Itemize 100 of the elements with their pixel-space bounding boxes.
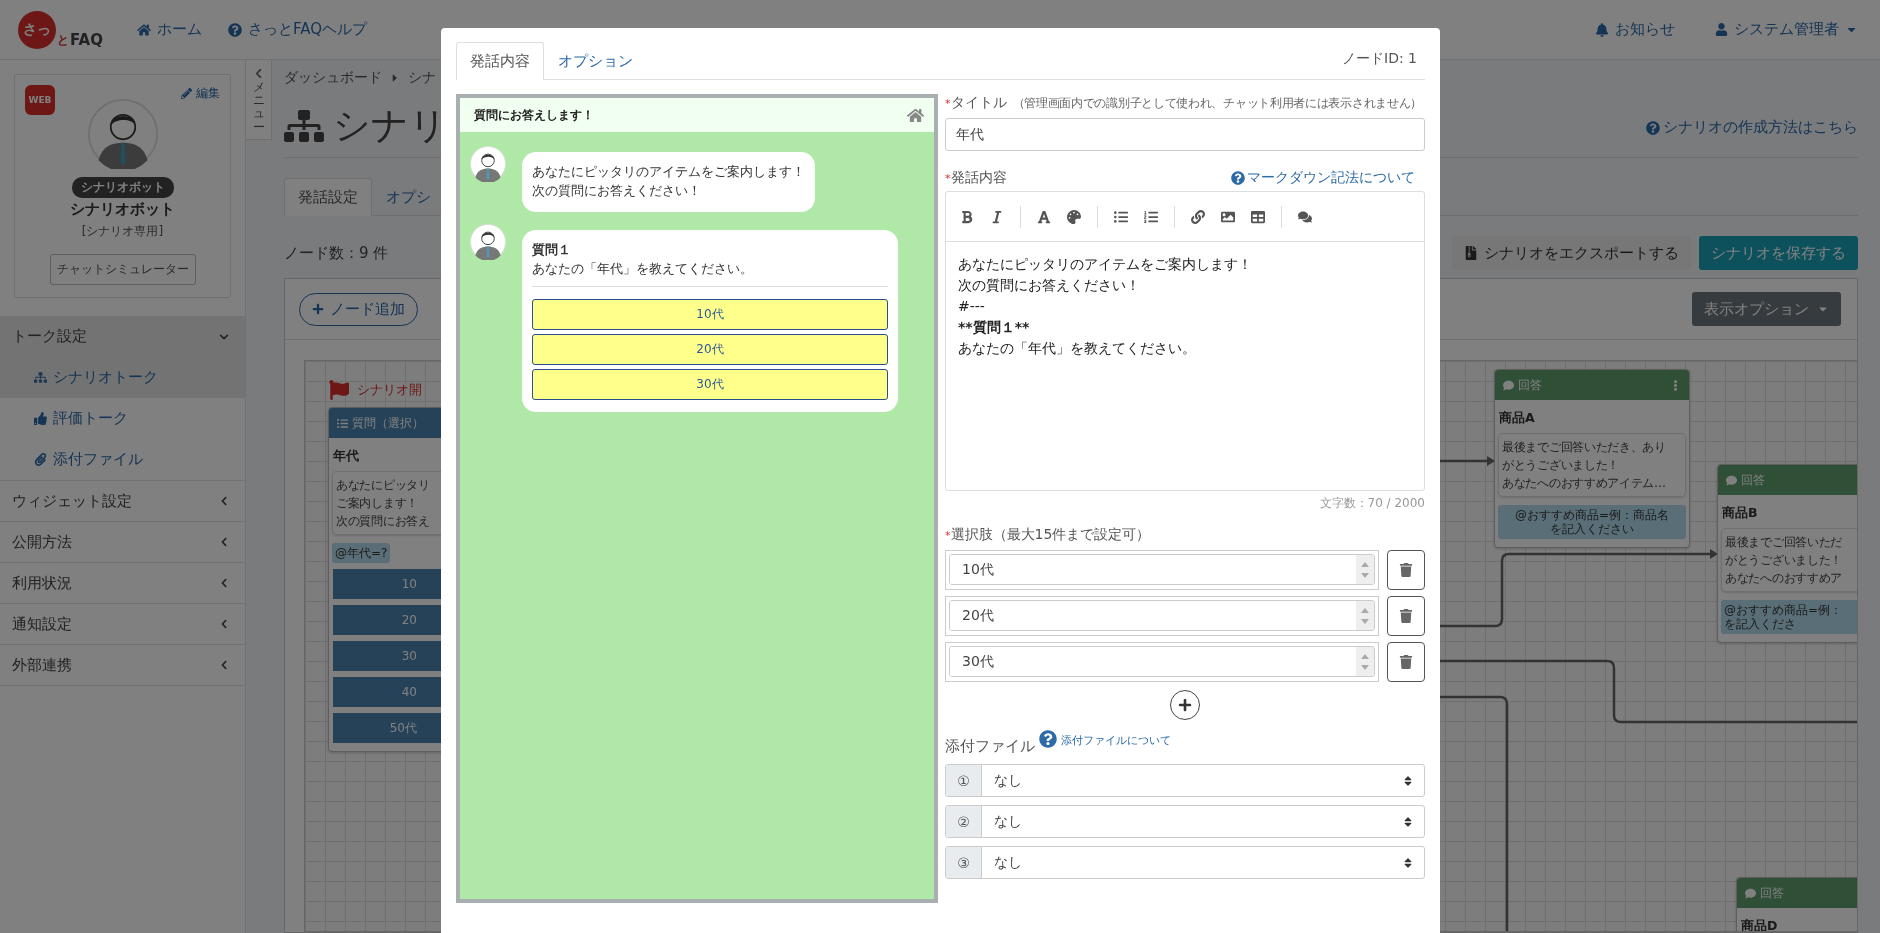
link-icon[interactable] bbox=[1191, 209, 1205, 224]
flow-node[interactable]: 回答 商品D bbox=[1736, 877, 1857, 931]
edit-link[interactable]: 編集 bbox=[181, 85, 220, 102]
table-icon[interactable] bbox=[1251, 209, 1265, 224]
plus-icon bbox=[312, 303, 324, 315]
required-mark: * bbox=[945, 172, 951, 185]
add-node-button[interactable]: ノード追加 bbox=[299, 292, 418, 326]
export-button[interactable]: シナリオをエクスポートする bbox=[1452, 236, 1691, 270]
question-title: 質問１ bbox=[532, 241, 572, 259]
help-link[interactable]: シナリオの作成方法はこちら bbox=[1646, 118, 1858, 137]
attachment-help-link[interactable]: 添付ファイルについて bbox=[1061, 733, 1171, 748]
help-icon bbox=[227, 22, 242, 37]
image-icon[interactable] bbox=[1221, 209, 1235, 224]
comments-icon[interactable] bbox=[1298, 209, 1312, 224]
bot-note: [シナリオ専用] bbox=[81, 223, 164, 240]
chevron-icon bbox=[219, 660, 229, 670]
comment-icon bbox=[1726, 474, 1737, 486]
nav-link[interactable]: ホーム bbox=[136, 20, 202, 39]
chevron-icon bbox=[219, 578, 229, 588]
tab[interactable]: オプション bbox=[544, 42, 647, 80]
web-badge: WEB bbox=[25, 85, 55, 115]
delete-button[interactable] bbox=[1387, 642, 1425, 682]
attachment-icon bbox=[34, 453, 47, 466]
avatar-icon bbox=[470, 224, 506, 260]
char-count: 文字数：70 / 2000 bbox=[1319, 495, 1425, 512]
sidebar-item[interactable]: トーク設定 bbox=[0, 316, 245, 357]
avatar-icon bbox=[87, 99, 158, 169]
tab[interactable]: 発話設定 bbox=[284, 178, 372, 216]
bot-name: シナリオボット bbox=[70, 200, 175, 219]
user-menu[interactable]: システム管理者 bbox=[1715, 20, 1858, 39]
tab[interactable]: 発話内容 bbox=[456, 42, 544, 80]
sidebar-subitem[interactable]: シナリオトーク bbox=[0, 357, 245, 398]
node-message: 最後までご回答いただ がとうございました！ あなたへのおすすめア bbox=[1721, 528, 1857, 592]
add-choice-button[interactable] bbox=[1170, 690, 1200, 720]
editor-line: #--- bbox=[958, 297, 986, 316]
breadcrumb-link[interactable]: シナ bbox=[408, 69, 436, 87]
bold-icon[interactable] bbox=[960, 209, 974, 224]
editor-line: あなたにピッタリのアイテムをご案内します！ bbox=[958, 255, 1253, 274]
breadcrumb-link[interactable]: ダッシュボード bbox=[284, 69, 382, 87]
bullet-list-icon[interactable] bbox=[1114, 209, 1128, 224]
editor-line: あなたの「年代」を教えてください。 bbox=[958, 339, 1197, 358]
choice-button[interactable]: 30代 bbox=[532, 369, 888, 400]
node-title: 商品D bbox=[1740, 917, 1779, 931]
delete-button[interactable] bbox=[1387, 550, 1425, 590]
bell-icon bbox=[1595, 22, 1609, 37]
chat-bubble: あなたにピッタリのアイテムをご案内します！ 次の質問にお答えください！ bbox=[522, 152, 815, 212]
nav-link[interactable]: さっとFAQヘルプ bbox=[227, 20, 367, 39]
node-title: 年代 bbox=[332, 447, 360, 465]
delete-button[interactable] bbox=[1387, 596, 1425, 636]
numbered-list-icon[interactable] bbox=[1144, 209, 1158, 224]
choice-button[interactable]: 20代 bbox=[532, 334, 888, 365]
chevron-icon bbox=[219, 331, 229, 342]
variable-tag: @おすすめ商品=例： を記入くださ bbox=[1721, 600, 1857, 634]
font-icon[interactable] bbox=[1037, 209, 1051, 224]
simulator-button[interactable]: チャットシミュレーター bbox=[49, 254, 196, 285]
editor-text-area[interactable]: あなたにピッタリのアイテムをご案内します！ 次の質問にお答えください！ #--- **質問１** あなたの「年代」を教えてください。 bbox=[946, 242, 1424, 490]
logo-mark: さっ bbox=[18, 10, 56, 49]
node-title: 商品B bbox=[1721, 504, 1759, 522]
node-count: ノード数：9 件 bbox=[284, 243, 389, 263]
logo-text: FAQ bbox=[70, 30, 103, 49]
trash-icon bbox=[1399, 563, 1413, 577]
choice-button[interactable]: 10代 bbox=[532, 299, 888, 330]
field-label: 添付ファイル bbox=[945, 737, 1035, 756]
chevron-icon bbox=[219, 537, 229, 547]
avatar-icon bbox=[470, 146, 506, 182]
tab[interactable]: オプシ bbox=[372, 178, 445, 216]
variable-tag: @年代=? bbox=[332, 543, 391, 563]
variable-tag: @おすすめ商品=例：商品名 を記入ください bbox=[1498, 505, 1686, 539]
question-text: あなたの「年代」を教えてください。 bbox=[532, 260, 754, 278]
node-type-label: 回答 bbox=[1760, 884, 1784, 902]
comment-icon bbox=[1745, 887, 1756, 899]
label-text: タイトル bbox=[950, 94, 1007, 112]
logo-text: と bbox=[57, 31, 69, 49]
editor-line: **質問１** bbox=[958, 318, 1031, 337]
flow-node[interactable]: 回答 商品B 最後までご回答いただ がとうございました！ あなたへのおすすめア @おすすめ商品=例： を記入くださ bbox=[1717, 464, 1857, 643]
palette-icon[interactable] bbox=[1067, 209, 1081, 224]
list-icon bbox=[337, 417, 348, 429]
home-icon[interactable] bbox=[907, 106, 924, 124]
title-input[interactable]: 年代 bbox=[945, 118, 1425, 151]
italic-icon[interactable] bbox=[990, 209, 1004, 224]
help-icon bbox=[1039, 730, 1057, 748]
node-message: 最後までご回答いただき、あり がとうございました！ あなたへのおすすめアイテム… bbox=[1498, 433, 1686, 497]
markdown-help-link[interactable]: マークダウン記法について bbox=[1231, 169, 1415, 187]
notifications-link[interactable]: お知らせ bbox=[1595, 20, 1675, 39]
required-mark: * bbox=[945, 529, 951, 542]
file-icon bbox=[1464, 246, 1478, 260]
save-button[interactable]: シナリオを保存する bbox=[1699, 236, 1858, 270]
label-text: 発話内容 bbox=[950, 169, 1007, 187]
trash-icon bbox=[1399, 609, 1413, 623]
flow-node[interactable]: 回答 商品A 最後までご回答いただき、あり がとうございました！ あなたへのおすすめアイテム… @おすすめ商品=例：商品名 を記入ください bbox=[1494, 369, 1690, 548]
chevron-icon bbox=[253, 68, 264, 79]
page-title: シナリ bbox=[333, 103, 447, 149]
chevron-icon bbox=[219, 619, 229, 629]
field-note: （管理画面内での識別子として使われ、チャット利用者には表示されません） bbox=[1012, 96, 1422, 111]
pencil-icon bbox=[181, 88, 192, 99]
rating-icon bbox=[34, 412, 47, 425]
view-options-button[interactable]: 表示オプション bbox=[1692, 292, 1841, 326]
menu-toggle[interactable]: メニュー bbox=[246, 60, 272, 140]
help-icon bbox=[1231, 171, 1245, 185]
plus-icon bbox=[1178, 698, 1192, 712]
